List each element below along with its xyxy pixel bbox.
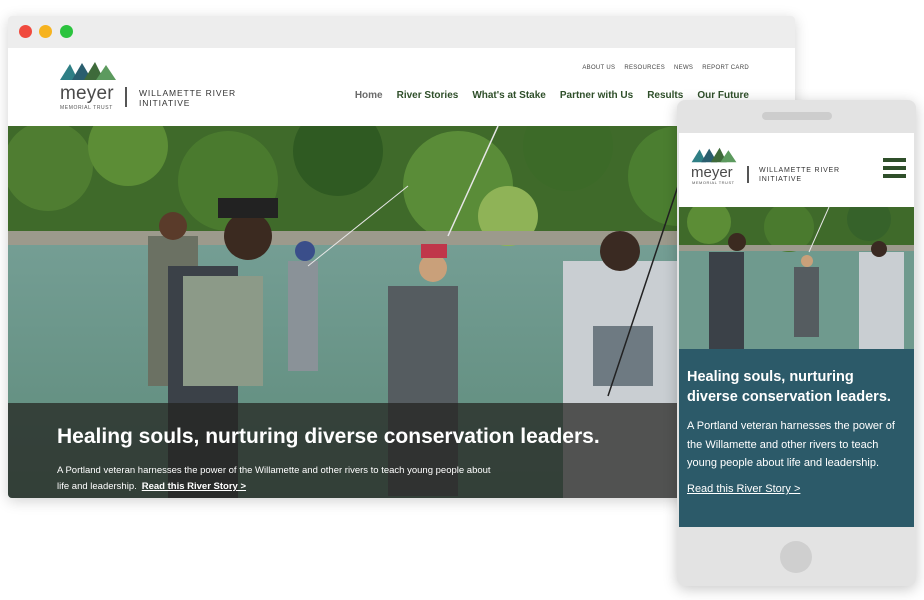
- mobile-story-panel: Healing souls, nurturing diverse conserv…: [679, 349, 914, 527]
- maximize-window-button[interactable]: [60, 25, 73, 38]
- mobile-hero-image: [679, 207, 914, 349]
- hamburger-icon[interactable]: [883, 158, 906, 178]
- mobile-phone-frame: meyer MEMORIAL TRUST WILLAMETTE RIVER IN…: [677, 100, 916, 586]
- mobile-hero-photo: [679, 207, 914, 349]
- mobile-read-river-story-link[interactable]: Read this River Story >: [687, 483, 800, 495]
- main-nav-home[interactable]: Home: [355, 90, 383, 101]
- phone-home-button[interactable]: [780, 541, 812, 573]
- mobile-logo-initiative-text: WILLAMETTE RIVER INITIATIVE: [759, 167, 840, 183]
- mobile-body: A Portland veteran harnesses the power o…: [687, 420, 895, 469]
- util-nav-report-card[interactable]: REPORT CARD: [702, 65, 749, 71]
- hero-body-text: A Portland veteran harnesses the power o…: [57, 465, 491, 492]
- read-river-story-link[interactable]: Read this River Story >: [142, 481, 246, 492]
- browser-title-bar: [8, 16, 795, 48]
- util-nav-resources[interactable]: RESOURCES: [624, 65, 665, 71]
- mobile-screen: meyer MEMORIAL TRUST WILLAMETTE RIVER IN…: [679, 133, 914, 527]
- logo-wave-icon: [60, 62, 116, 80]
- logo-wordmark: meyer: [60, 83, 114, 104]
- util-nav-news[interactable]: NEWS: [674, 65, 693, 71]
- main-nav-whats-at-stake[interactable]: What's at Stake: [472, 90, 546, 101]
- main-nav-partner-with-us[interactable]: Partner with Us: [560, 90, 633, 101]
- main-nav-results[interactable]: Results: [647, 90, 683, 101]
- utility-nav: ABOUT US RESOURCES NEWS REPORT CARD: [582, 65, 749, 71]
- logo-divider: [125, 87, 127, 107]
- mobile-logo-subtext: MEMORIAL TRUST: [692, 180, 735, 185]
- mobile-logo-divider: [747, 166, 749, 183]
- mobile-headline: Healing souls, nurturing diverse conserv…: [687, 369, 891, 405]
- util-nav-about-us[interactable]: ABOUT US: [582, 65, 615, 71]
- main-nav-river-stories[interactable]: River Stories: [397, 90, 459, 101]
- mobile-logo-wordmark: meyer: [691, 164, 733, 181]
- mobile-logo-wave-icon[interactable]: [690, 146, 738, 164]
- logo-subtext: MEMORIAL TRUST: [60, 105, 113, 111]
- minimize-window-button[interactable]: [39, 25, 52, 38]
- logo-initiative-text: WILLAMETTE RIVER INITIATIVE: [139, 88, 237, 108]
- close-window-button[interactable]: [19, 25, 32, 38]
- phone-speaker: [762, 112, 832, 120]
- hero-body: A Portland veteran harnesses the power o…: [57, 463, 497, 495]
- hero-headline: Healing souls, nurturing diverse conserv…: [57, 425, 600, 448]
- site-logo[interactable]: meyer MEMORIAL TRUST WILLAMETTE RIVER IN…: [58, 60, 248, 111]
- mobile-header: meyer MEMORIAL TRUST WILLAMETTE RIVER IN…: [679, 133, 914, 207]
